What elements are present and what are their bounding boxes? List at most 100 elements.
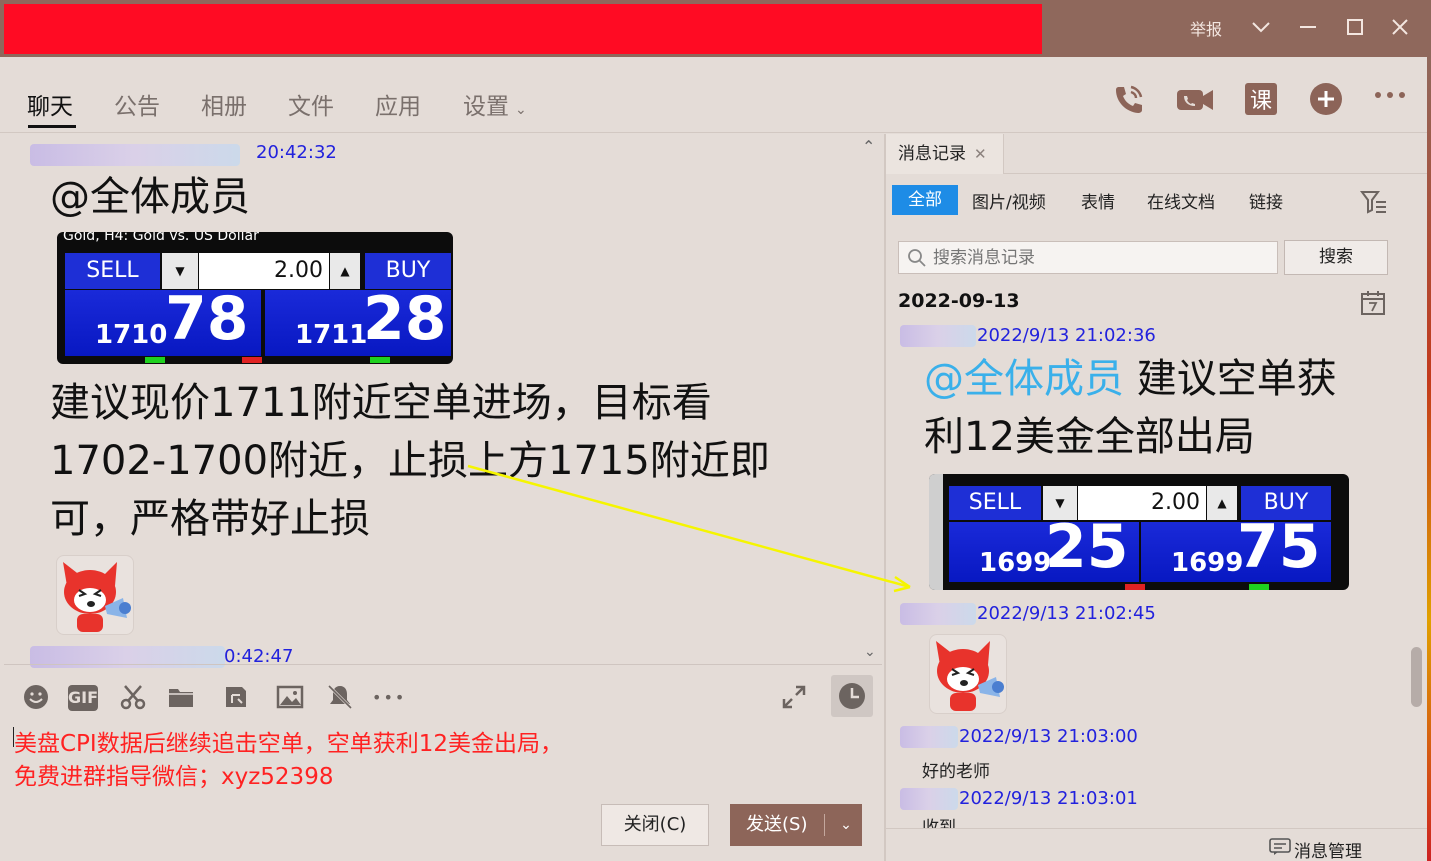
- message-text-line: 1702-1700附近，止损上方1715附近即: [50, 438, 770, 484]
- chart-tick: [242, 357, 262, 363]
- minimize-icon[interactable]: [1293, 12, 1323, 42]
- message-text-line: 建议现价1711附近空单进场，目标看: [50, 380, 712, 426]
- send-button[interactable]: 发送(S) ⌄: [730, 804, 862, 846]
- tab-settings[interactable]: 设置 ⌄: [463, 87, 527, 121]
- active-tab-underline: [28, 125, 76, 128]
- maximize-icon[interactable]: [1340, 12, 1370, 42]
- file-transfer-icon[interactable]: [221, 683, 251, 713]
- history-time: 2022/9/13 21:03:01: [959, 788, 1138, 809]
- history-time: 2022/9/13 21:02:45: [977, 603, 1156, 624]
- mute-icon[interactable]: [325, 683, 355, 713]
- trade-widget: SELL ▼ 2.00 ▲ BUY 1699 25 1699 75: [929, 474, 1349, 590]
- ask-price-prefix: 1699: [1171, 548, 1244, 578]
- tab-chat[interactable]: 聊天: [27, 87, 73, 121]
- filter-all[interactable]: 全部: [892, 185, 958, 215]
- bid-price-pips: 78: [165, 284, 249, 354]
- ask-price-pips: 75: [1237, 512, 1321, 582]
- ask-price-prefix: 1711: [295, 320, 368, 350]
- ask-price: 1711 28: [265, 284, 451, 356]
- image-icon[interactable]: [275, 683, 305, 713]
- chevron-down-icon: ⌄: [515, 102, 527, 118]
- fox-sticker: [56, 555, 134, 635]
- window-edge: [1427, 57, 1431, 861]
- emoji-icon[interactable]: [21, 683, 51, 713]
- clock-icon: [839, 683, 865, 709]
- filter-links[interactable]: 链接: [1249, 188, 1283, 213]
- send-button-label: 发送(S): [746, 814, 808, 835]
- folder-icon[interactable]: [166, 683, 196, 713]
- bid-price-pips: 25: [1045, 512, 1129, 582]
- widget-edge: [929, 474, 943, 590]
- add-app-icon[interactable]: [1308, 81, 1344, 117]
- blurred-sender-name: [900, 325, 976, 347]
- filter-online-docs[interactable]: 在线文档: [1147, 188, 1215, 213]
- tab-announcement[interactable]: 公告: [114, 87, 160, 121]
- blurred-sender-name: [900, 726, 958, 748]
- close-icon[interactable]: [1385, 12, 1415, 42]
- ask-price-pips: 28: [363, 284, 447, 354]
- title-bar-red-band: [4, 4, 1042, 54]
- input-toolbar: GIF •••: [4, 664, 882, 724]
- title-bar: 举报: [0, 0, 1431, 57]
- tab-files[interactable]: 文件: [288, 87, 334, 121]
- collapse-down-icon[interactable]: ⌄: [864, 644, 876, 660]
- gif-icon[interactable]: GIF: [68, 685, 98, 711]
- bid-price: 1699 25: [949, 512, 1139, 582]
- history-time: 2022/9/13 21:03:00: [959, 726, 1138, 747]
- video-call-icon[interactable]: [1176, 81, 1213, 117]
- lesson-icon[interactable]: 课: [1244, 81, 1280, 117]
- mention-all: @全体成员: [50, 174, 250, 220]
- ask-price: 1699 75: [1141, 512, 1331, 582]
- chart-tick: [145, 357, 165, 363]
- calendar-icon[interactable]: [1360, 290, 1386, 316]
- chart-tick: [1249, 584, 1269, 590]
- sell-button: SELL: [949, 486, 1041, 520]
- chart-tick: [370, 357, 390, 363]
- chevron-down-icon[interactable]: ⌄: [830, 804, 862, 846]
- history-toggle[interactable]: [831, 675, 873, 717]
- expand-icon[interactable]: [779, 683, 809, 713]
- history-search-box: [898, 241, 1278, 274]
- message-input[interactable]: 美盘CPI数据后继续追击空单，空单获利12美金出局， 免费进群指导微信；xyz5…: [14, 728, 563, 794]
- close-tab-icon[interactable]: ✕: [974, 145, 987, 163]
- tab-message-history-label: 消息记录: [898, 144, 966, 164]
- trade-widget: Gold, H4: Gold vs. US Dollar SELL ▼ 2.00…: [57, 232, 453, 364]
- more-tools-icon[interactable]: •••: [372, 683, 404, 713]
- more-icon[interactable]: [1372, 81, 1408, 117]
- tab-apps[interactable]: 应用: [375, 87, 421, 121]
- tab-album[interactable]: 相册: [201, 87, 247, 121]
- history-scrollbar[interactable]: [1411, 647, 1422, 707]
- filter-settings-icon[interactable]: [1360, 188, 1388, 216]
- search-button[interactable]: 搜索: [1284, 240, 1388, 275]
- history-message-text: 好的老师: [922, 762, 990, 782]
- filter-media[interactable]: 图片/视频: [972, 188, 1046, 213]
- history-date: 2022-09-13: [898, 290, 1020, 312]
- phone-icon[interactable]: [1111, 81, 1147, 117]
- lot-increase-icon: ▲: [1207, 486, 1237, 520]
- chevron-down-icon[interactable]: [1246, 12, 1276, 42]
- history-message-text: @全体成员 建议空单获 利12美金全部出局: [924, 350, 1404, 466]
- filter-emoji[interactable]: 表情: [1081, 188, 1115, 213]
- history-search-input[interactable]: [933, 246, 1273, 270]
- send-divider: [824, 814, 825, 836]
- sell-button: SELL: [65, 253, 160, 289]
- history-tabs: 消息记录 ✕: [886, 134, 1431, 174]
- close-button[interactable]: 关闭(C): [601, 804, 709, 846]
- history-time: 2022/9/13 21:02:36: [977, 325, 1156, 346]
- search-icon: [908, 249, 926, 267]
- tab-message-history[interactable]: 消息记录 ✕: [886, 134, 1004, 174]
- screenshot-icon[interactable]: [118, 683, 148, 713]
- report-button[interactable]: 举报: [1190, 16, 1222, 40]
- message-manage-link[interactable]: 消息管理: [1294, 837, 1362, 861]
- blurred-sender-name: [900, 603, 976, 625]
- panel-divider[interactable]: [884, 134, 886, 861]
- fox-sticker: [929, 634, 1007, 714]
- tab-settings-label: 设置: [463, 94, 509, 120]
- blurred-sender-name: [30, 144, 240, 166]
- top-nav: 聊天 公告 相册 文件 应用 设置 ⌄ 课: [0, 57, 1431, 133]
- blurred-sender-name: [900, 788, 958, 810]
- trade-widget-header: Gold, H4: Gold vs. US Dollar: [63, 232, 259, 242]
- collapse-up-icon[interactable]: ⌃: [862, 137, 875, 156]
- message-manage-icon: [1269, 838, 1291, 855]
- message-text-line: 可，严格带好止损: [50, 496, 370, 542]
